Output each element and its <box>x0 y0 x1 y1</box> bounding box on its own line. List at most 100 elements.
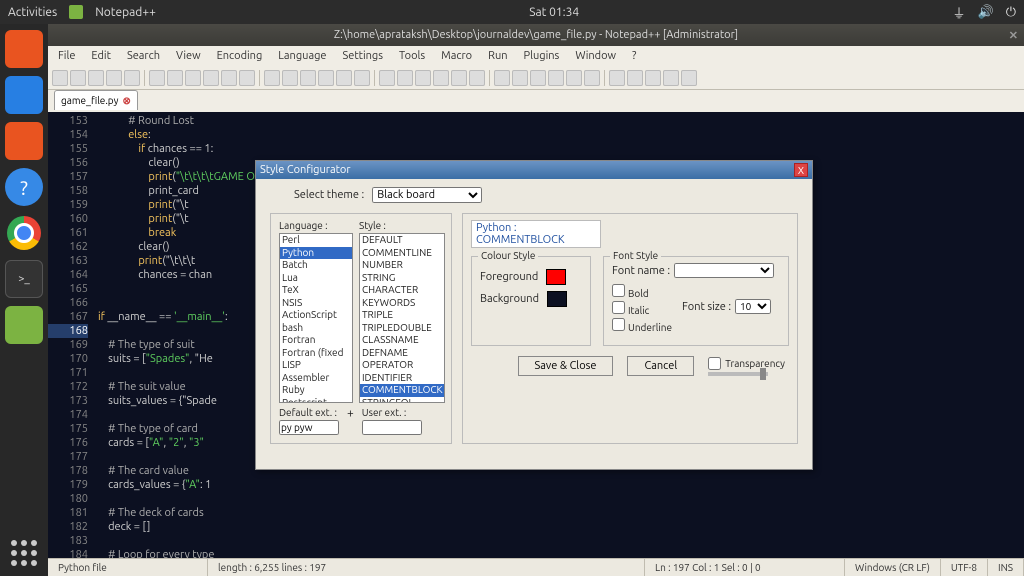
toolbar-button[interactable] <box>318 70 334 86</box>
dock-chrome[interactable] <box>5 214 43 252</box>
style-item[interactable]: TRIPLEDOUBLE <box>360 322 444 335</box>
toolbar-button[interactable] <box>264 70 280 86</box>
bold-checkbox[interactable]: Bold <box>612 284 672 299</box>
menu-tools[interactable]: Tools <box>393 48 431 64</box>
menu-run[interactable]: Run <box>482 48 513 64</box>
dock-libreoffice[interactable] <box>5 76 43 114</box>
style-item[interactable]: OPERATOR <box>360 359 444 372</box>
transparency-slider[interactable] <box>708 372 768 376</box>
toolbar-button[interactable] <box>185 70 201 86</box>
style-item[interactable]: NUMBER <box>360 259 444 272</box>
toolbar-button[interactable] <box>336 70 352 86</box>
activities-button[interactable]: Activities <box>8 6 57 19</box>
language-listbox[interactable]: PerlPythonBatchLuaTeXNSISActionScriptbas… <box>279 233 353 403</box>
style-item[interactable]: KEYWORDS <box>360 297 444 310</box>
dock-notepadpp[interactable] <box>5 306 43 344</box>
power-icon[interactable]: ⏻ <box>1006 5 1016 20</box>
menu-macro[interactable]: Macro <box>435 48 478 64</box>
menu-window[interactable]: Window <box>569 48 622 64</box>
dock-help[interactable]: ? <box>5 168 43 206</box>
menu-language[interactable]: Language <box>272 48 332 64</box>
style-item[interactable]: DEFAULT <box>360 234 444 247</box>
menu-edit[interactable]: Edit <box>85 48 117 64</box>
style-item[interactable]: STRINGEOL <box>360 397 444 404</box>
foreground-swatch[interactable] <box>546 269 566 285</box>
dock-terminal[interactable]: >_ <box>5 260 43 298</box>
style-listbox[interactable]: DEFAULTCOMMENTLINENUMBERSTRINGCHARACTERK… <box>359 233 445 403</box>
toolbar-button[interactable] <box>167 70 183 86</box>
style-item[interactable]: CLASSNAME <box>360 334 444 347</box>
toolbar-button[interactable] <box>415 70 431 86</box>
toolbar-button[interactable] <box>239 70 255 86</box>
toolbar-button[interactable] <box>52 70 68 86</box>
toolbar-button[interactable] <box>645 70 661 86</box>
language-item[interactable]: Fortran <box>280 334 352 347</box>
toolbar-button[interactable] <box>494 70 510 86</box>
language-item[interactable]: TeX <box>280 284 352 297</box>
language-item[interactable]: Assembler <box>280 372 352 385</box>
language-item[interactable]: LISP <box>280 359 352 372</box>
language-item[interactable]: bash <box>280 322 352 335</box>
window-close[interactable]: ✕ <box>1009 29 1018 42</box>
transparency-checkbox[interactable]: Transparency <box>708 357 785 370</box>
toolbar-button[interactable] <box>469 70 485 86</box>
toolbar-button[interactable] <box>300 70 316 86</box>
theme-select[interactable]: Black board <box>372 187 482 203</box>
tab-game-file[interactable]: game_file.py ⊗ <box>54 90 138 110</box>
toolbar-button[interactable] <box>203 70 219 86</box>
font-name-select[interactable] <box>674 263 774 278</box>
app-indicator[interactable]: Notepad++ <box>95 6 156 19</box>
language-item[interactable]: Fortran (fixed <box>280 347 352 360</box>
default-ext-input[interactable] <box>279 420 339 435</box>
menu-plugins[interactable]: Plugins <box>518 48 566 64</box>
toolbar-button[interactable] <box>70 70 86 86</box>
tab-close-icon[interactable]: ⊗ <box>122 95 130 107</box>
save-close-button[interactable]: Save & Close <box>518 356 614 376</box>
language-item[interactable]: NSIS <box>280 297 352 310</box>
style-item[interactable]: IDENTIFIER <box>360 372 444 385</box>
style-item[interactable]: TRIPLE <box>360 309 444 322</box>
network-icon[interactable]: ⏚ <box>953 3 966 22</box>
menu-file[interactable]: File <box>52 48 81 64</box>
style-item[interactable]: STRING <box>360 272 444 285</box>
language-item[interactable]: Postscript <box>280 397 352 404</box>
language-item[interactable]: Lua <box>280 272 352 285</box>
toolbar-button[interactable] <box>149 70 165 86</box>
background-swatch[interactable] <box>547 291 567 307</box>
toolbar-button[interactable] <box>609 70 625 86</box>
toolbar-button[interactable] <box>88 70 104 86</box>
toolbar-button[interactable] <box>512 70 528 86</box>
toolbar-button[interactable] <box>124 70 140 86</box>
toolbar-button[interactable] <box>221 70 237 86</box>
toolbar-button[interactable] <box>627 70 643 86</box>
dock-software[interactable] <box>5 122 43 160</box>
language-item[interactable]: Batch <box>280 259 352 272</box>
toolbar-button[interactable] <box>354 70 370 86</box>
toolbar-button[interactable] <box>379 70 395 86</box>
dock-show-apps[interactable] <box>11 540 37 566</box>
menu-settings[interactable]: Settings <box>337 48 390 64</box>
menu-encoding[interactable]: Encoding <box>211 48 269 64</box>
menu-?[interactable]: ? <box>626 48 642 64</box>
dialog-close-icon[interactable]: X <box>794 163 808 177</box>
language-item[interactable]: ActionScript <box>280 309 352 322</box>
toolbar-button[interactable] <box>106 70 122 86</box>
style-item[interactable]: CHARACTER <box>360 284 444 297</box>
toolbar-button[interactable] <box>451 70 467 86</box>
menu-view[interactable]: View <box>170 48 207 64</box>
dock-files[interactable] <box>5 30 43 68</box>
toolbar-button[interactable] <box>548 70 564 86</box>
style-item[interactable]: DEFNAME <box>360 347 444 360</box>
italic-checkbox[interactable]: Italic <box>612 301 672 316</box>
toolbar-button[interactable] <box>282 70 298 86</box>
menu-search[interactable]: Search <box>121 48 166 64</box>
font-size-select[interactable]: 10 <box>735 299 771 314</box>
toolbar-button[interactable] <box>584 70 600 86</box>
cancel-button[interactable]: Cancel <box>627 356 694 376</box>
underline-checkbox[interactable]: Underline <box>612 318 672 333</box>
volume-icon[interactable]: 🔊 <box>978 5 994 20</box>
style-item[interactable]: COMMENTLINE <box>360 247 444 260</box>
toolbar-button[interactable] <box>397 70 413 86</box>
toolbar-button[interactable] <box>433 70 449 86</box>
user-ext-input[interactable] <box>362 420 422 435</box>
